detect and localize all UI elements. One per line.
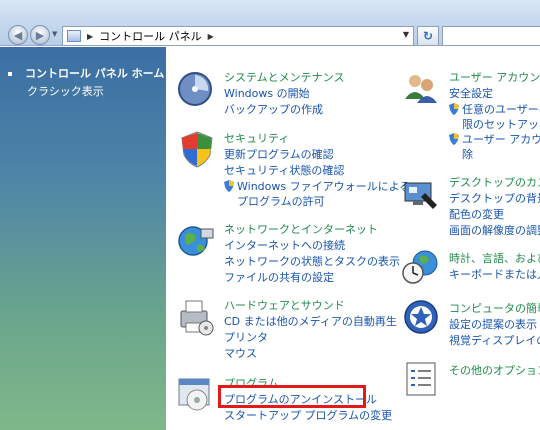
uac-shield-icon — [224, 180, 234, 192]
uac-shield-icon — [449, 103, 459, 115]
link-connect-internet[interactable]: インターネットへの接続 — [224, 237, 345, 253]
link-suggested-settings[interactable]: 設定の提案の表示 — [449, 316, 537, 332]
search-input[interactable] — [442, 26, 540, 46]
link-mouse[interactable]: マウス — [224, 345, 257, 361]
category-title-security[interactable]: セキュリティ — [224, 130, 289, 146]
link-keyboard-input[interactable]: キーボードまたは入力 — [449, 266, 540, 282]
link-visual-display[interactable]: 視覚ディスプレイの最 — [449, 332, 540, 348]
clock-language-icon — [402, 250, 438, 284]
link-autoplay[interactable]: CD または他のメディアの自動再生 — [224, 313, 397, 329]
link-windows-start[interactable]: Windows の開始 — [224, 85, 310, 101]
control-panel-home-link[interactable]: コントロール パネル ホーム — [8, 65, 164, 81]
breadcrumb-control-panel[interactable]: コントロール パネル — [99, 28, 202, 44]
firewall-link-line1: Windows ファイアウォールによる — [237, 180, 411, 193]
link-screen-resolution[interactable]: 画面の解像度の調整 — [449, 222, 540, 238]
link-check-updates[interactable]: 更新プログラムの確認 — [224, 146, 334, 162]
parental-line1: 任意のユーザーへ — [462, 103, 540, 116]
category-title-appearance[interactable]: デスクトップのカスタ — [449, 174, 540, 190]
forward-arrow-icon: ▶ — [35, 28, 45, 42]
category-title-ease-of-access[interactable]: コンピュータの簡単操 — [449, 300, 540, 316]
task-pane: コントロール パネル ホーム クラシック表示 — [0, 47, 166, 430]
desktop-appearance-icon — [404, 182, 437, 209]
security-shield-icon — [181, 131, 213, 168]
link-safety-settings[interactable]: 安全設定 — [449, 85, 493, 101]
ease-of-access-icon — [404, 300, 438, 334]
link-startup-programs[interactable]: スタートアップ プログラムの変更 — [224, 407, 392, 423]
refresh-button[interactable]: ↻ — [417, 26, 439, 46]
link-firewall-allow[interactable]: Windows ファイアウォールによる — [224, 178, 410, 194]
control-panel-icon — [67, 30, 81, 42]
link-security-status[interactable]: セキュリティ状態の確認 — [224, 162, 344, 178]
home-label: コントロール パネル ホーム — [25, 67, 165, 80]
history-dropdown-icon[interactable]: ▼ — [52, 30, 57, 38]
uac-shield-icon — [449, 133, 459, 145]
hardware-printer-icon — [180, 300, 214, 336]
back-button[interactable]: ◀ — [8, 25, 28, 45]
link-user-account-remove[interactable]: ユーザー アカウン — [449, 131, 540, 147]
link-network-status[interactable]: ネットワークの状態とタスクの表示 — [224, 253, 400, 269]
link-firewall-allow-line2[interactable]: プログラムの許可 — [237, 193, 325, 209]
link-user-account-remove-line2[interactable]: 除 — [462, 146, 473, 162]
classic-view-link[interactable]: クラシック表示 — [27, 83, 104, 99]
programs-icon — [178, 378, 210, 411]
category-view: システムとメンテナンス Windows の開始 バックアップの作成 セキュリティ… — [167, 47, 540, 430]
system-maintenance-icon — [178, 72, 212, 106]
forward-button[interactable]: ▶ — [30, 25, 50, 45]
address-bar[interactable]: ▶ コントロール パネル ▶ ▼ — [62, 26, 414, 46]
back-arrow-icon: ◀ — [13, 28, 23, 42]
address-toolbar: ◀ ▶ ▼ ▶ コントロール パネル ▶ ▼ ↻ — [0, 0, 540, 46]
category-title-network[interactable]: ネットワークとインターネット — [224, 221, 378, 237]
breadcrumb-separator-icon[interactable]: ▶ — [208, 32, 214, 41]
link-parental-setup-line2[interactable]: 限のセットアップ — [462, 116, 540, 132]
category-title-hardware[interactable]: ハードウェアとサウンド — [224, 297, 345, 313]
highlight-box — [218, 385, 366, 408]
user-accounts-icon — [405, 75, 437, 103]
breadcrumb-separator-icon[interactable]: ▶ — [87, 32, 93, 41]
refresh-icon: ↻ — [422, 29, 434, 43]
other-options-icon — [406, 362, 436, 396]
address-dropdown-icon[interactable]: ▼ — [403, 30, 409, 39]
link-desktop-background[interactable]: デスクトップの背景の — [449, 190, 540, 206]
link-parental-setup[interactable]: 任意のユーザーへ — [449, 101, 540, 117]
category-title-user-accounts[interactable]: ユーザー アカウント — [449, 69, 540, 85]
link-color-scheme[interactable]: 配色の変更 — [449, 206, 504, 222]
category-title-system[interactable]: システムとメンテナンス — [224, 69, 344, 85]
category-title-other-options[interactable]: その他のオプション — [449, 362, 540, 378]
user-account-line1: ユーザー アカウン — [462, 133, 540, 146]
link-create-backup[interactable]: バックアップの作成 — [224, 101, 323, 117]
category-title-clock[interactable]: 時計、言語、および地 — [449, 250, 540, 266]
network-globe-icon — [178, 226, 214, 256]
link-file-sharing[interactable]: ファイルの共有の設定 — [224, 269, 334, 285]
bullet-icon — [8, 72, 12, 76]
link-printer[interactable]: プリンタ — [224, 329, 268, 345]
